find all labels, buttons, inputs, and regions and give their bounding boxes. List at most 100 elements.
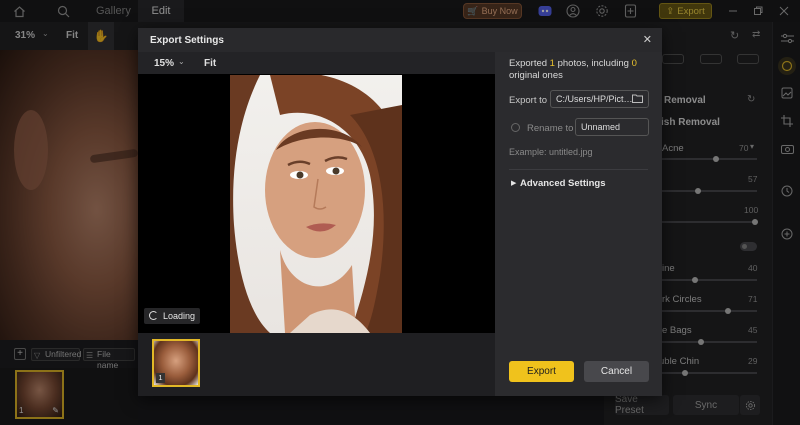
slider-value: 100	[744, 205, 759, 215]
slider-knob[interactable]	[692, 277, 698, 283]
buy-now-button[interactable]: 🛒 Buy Now	[463, 3, 522, 19]
rename-radio[interactable]	[511, 123, 520, 132]
image-adjust-icon[interactable]	[779, 85, 795, 101]
rename-field[interactable]: Unnamed	[575, 118, 649, 136]
history-icon[interactable]	[779, 183, 795, 199]
panel-tab[interactable]	[662, 54, 684, 64]
line-slider[interactable]	[652, 277, 757, 283]
save-preset-button[interactable]: Save Preset	[615, 394, 669, 416]
minimize-icon[interactable]	[725, 3, 741, 19]
feature-toggle[interactable]	[740, 242, 757, 251]
slider-label: Acne	[662, 143, 684, 154]
folder-icon[interactable]	[632, 93, 643, 106]
double-chin-slider[interactable]	[652, 370, 757, 376]
reset-icon[interactable]: ↻	[747, 94, 755, 105]
rename-value: Unnamed	[581, 122, 621, 132]
divider	[509, 169, 648, 170]
export-top-button[interactable]: ⇪ Export	[659, 3, 712, 19]
filter-dropdown[interactable]: ▽ Unfiltered	[31, 348, 81, 361]
zoom-level[interactable]: 31%	[15, 30, 35, 41]
add-icon[interactable]	[779, 226, 795, 242]
home-icon[interactable]	[11, 3, 27, 19]
export-summary: Exported 1 photos, including 0 original …	[509, 58, 649, 82]
account-icon[interactable]	[565, 3, 581, 19]
export-to-label: Export to	[509, 95, 548, 106]
eye-bags-slider[interactable]	[652, 339, 757, 345]
section-heading: Removal	[664, 95, 706, 106]
export-button[interactable]: Export	[509, 361, 574, 382]
slider-knob[interactable]	[698, 339, 704, 345]
panel-tab[interactable]	[700, 54, 722, 64]
cart-icon: 🛒	[467, 5, 479, 16]
fit-button[interactable]: Fit	[66, 30, 78, 41]
main-photo-canvas[interactable]	[0, 50, 139, 340]
close-icon[interactable]: ✕	[643, 33, 652, 46]
filmstrip-thumbnail[interactable]: 1 ✎	[15, 370, 64, 419]
sort-icon: ☰	[86, 351, 94, 360]
close-window-icon[interactable]	[776, 3, 792, 19]
slider-knob[interactable]	[682, 370, 688, 376]
advanced-settings-toggle[interactable]: Advanced Settings	[520, 178, 606, 189]
preview-fit-button[interactable]: Fit	[204, 58, 216, 69]
panel-tab[interactable]	[737, 54, 759, 64]
retouch-tool-icon[interactable]	[778, 57, 796, 75]
spinner-icon	[149, 311, 158, 320]
filename-example: Example: untitled.jpg	[509, 147, 593, 157]
buy-now-label: Buy Now	[481, 6, 518, 16]
import-icon[interactable]	[622, 3, 638, 19]
slider-value: 40	[748, 263, 758, 273]
camera-icon[interactable]	[779, 140, 795, 156]
restore-icon[interactable]	[750, 3, 766, 19]
settings-gear-icon[interactable]	[594, 3, 610, 19]
expand-triangle-icon[interactable]: ▶	[511, 179, 516, 187]
chevron-down-icon[interactable]: ▾	[750, 142, 754, 151]
dialog-title: Export Settings	[150, 35, 224, 46]
slider-knob[interactable]	[695, 188, 701, 194]
adjust-slider[interactable]	[652, 219, 758, 225]
adjust-slider[interactable]	[652, 188, 757, 194]
sort-dropdown[interactable]: ☰ File name	[83, 348, 135, 370]
slider-value: 29	[748, 356, 758, 366]
original-count: 0	[631, 58, 637, 69]
portrait-image	[230, 75, 402, 333]
sliders-icon[interactable]	[779, 30, 795, 46]
slider-knob[interactable]	[725, 308, 731, 314]
hand-tool-button[interactable]: ✋	[88, 22, 114, 50]
tab-gallery[interactable]: Gallery	[96, 0, 131, 22]
preset-settings-button[interactable]	[740, 395, 760, 415]
dark-circles-slider[interactable]	[652, 308, 757, 314]
slider-knob[interactable]	[713, 156, 719, 162]
search-icon[interactable]	[55, 3, 71, 19]
slider-label: uble Chin	[659, 356, 700, 367]
panel-compare-icon[interactable]: ⇄	[752, 29, 760, 40]
thumbnail-number: 1	[19, 406, 24, 415]
dialog-thumbnail[interactable]: 1	[152, 339, 200, 387]
filter-icon: ▽	[34, 351, 41, 360]
slider-value: 57	[748, 174, 758, 184]
chevron-down-icon[interactable]: ⌄	[178, 57, 185, 66]
discord-icon[interactable]	[537, 3, 553, 19]
export-top-label: Export	[677, 5, 705, 17]
slider-label: rk Circles	[662, 294, 702, 305]
preview-photo	[230, 75, 402, 333]
preview-toolbar	[138, 52, 495, 74]
edited-pencil-icon: ✎	[52, 406, 59, 415]
panel-undo-icon[interactable]: ↻	[730, 29, 739, 42]
slider-value: 70	[739, 143, 749, 153]
slider-label: e Bags	[662, 325, 692, 336]
chevron-down-icon[interactable]: ⌄	[42, 29, 49, 38]
tab-edit[interactable]: Edit	[138, 0, 184, 22]
crop-icon[interactable]	[779, 113, 795, 129]
summary-text: original ones	[509, 70, 563, 81]
cancel-button[interactable]: Cancel	[584, 361, 649, 382]
sort-label: File name	[97, 349, 119, 370]
add-photo-button[interactable]: +	[14, 348, 26, 360]
sync-button[interactable]: Sync	[673, 395, 739, 415]
acne-slider[interactable]	[652, 156, 757, 162]
slider-knob[interactable]	[752, 219, 758, 225]
tool-sidebar	[772, 22, 800, 425]
loading-label: Loading	[163, 311, 196, 321]
preview-zoom[interactable]: 15%	[154, 58, 174, 69]
photo-detail	[14, 110, 48, 190]
export-icon: ⇪	[666, 5, 675, 17]
